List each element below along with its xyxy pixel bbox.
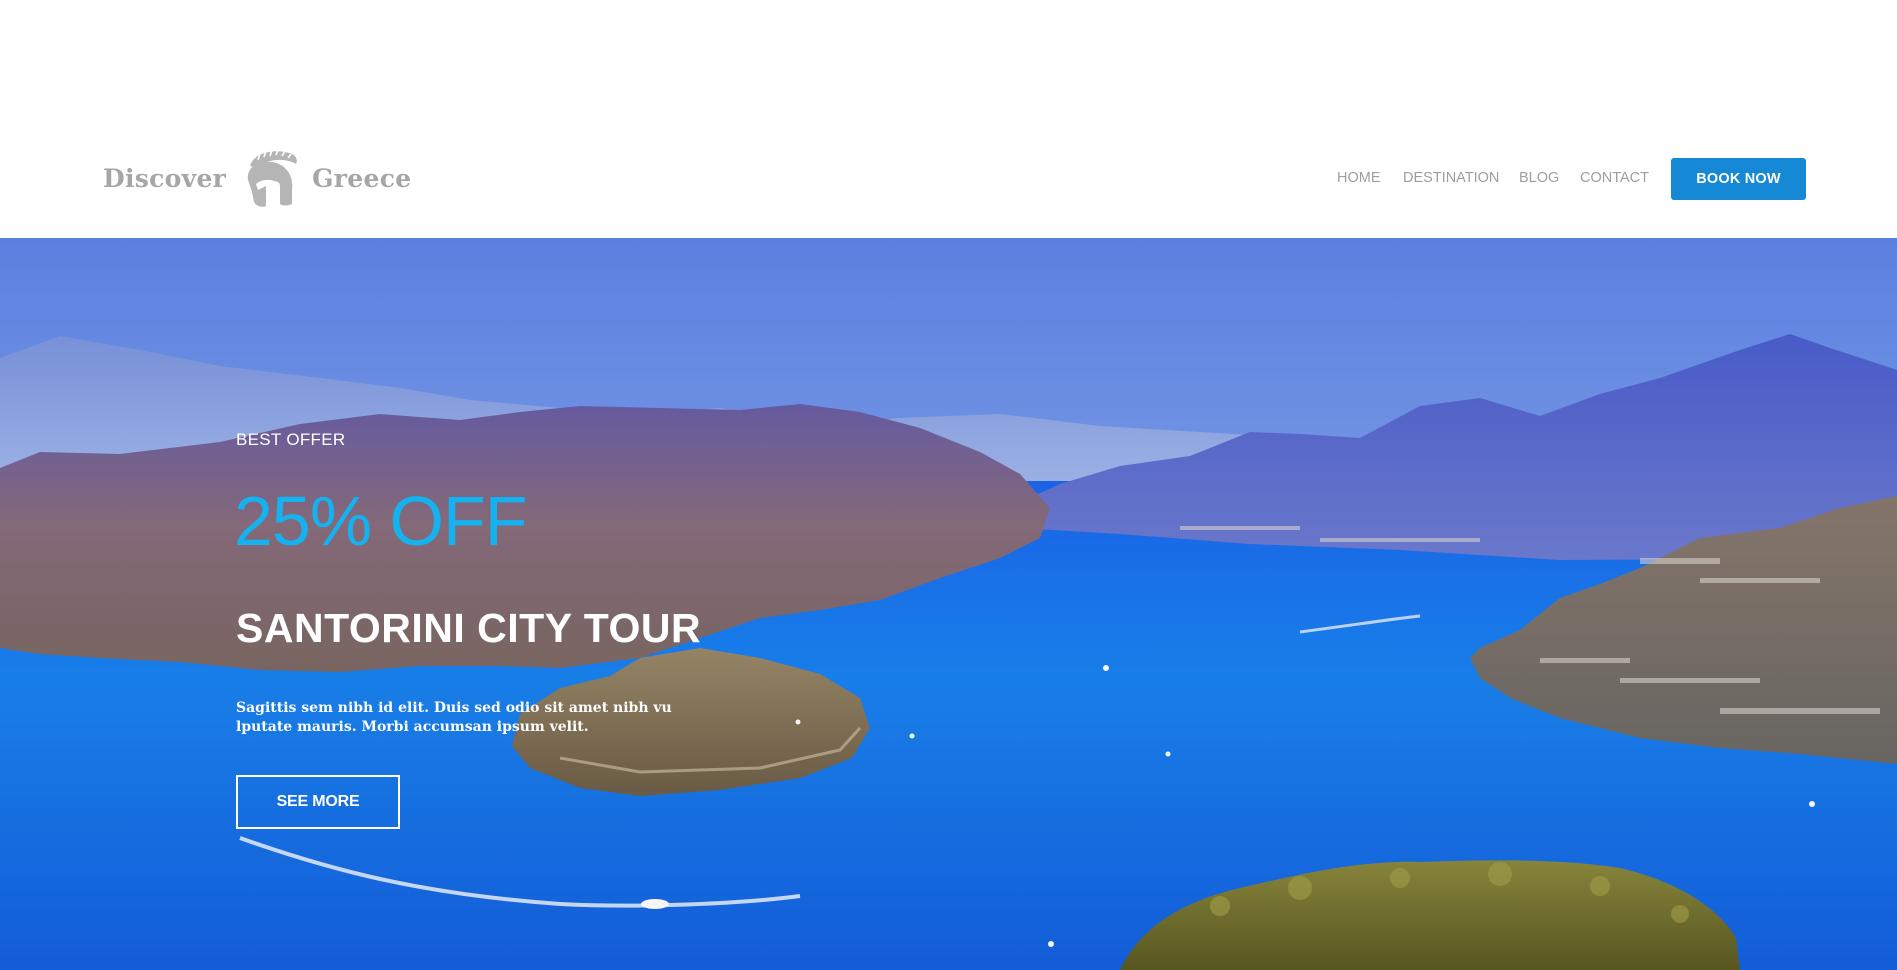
nav-item-contact[interactable]: CONTACT (1580, 170, 1649, 186)
main-nav: HOME DESTINATION BLOG CONTACT (0, 158, 1897, 202)
hero-discount: 25% OFF (234, 482, 528, 560)
site-header: Discover Greece HOME DESTINATION BLOG CO… (0, 0, 1897, 238)
hero-title: SANTORINI CITY TOUR (236, 605, 702, 651)
nav-item-home[interactable]: HOME (1337, 170, 1381, 186)
nav-item-blog[interactable]: BLOG (1519, 170, 1559, 186)
hero-banner: BEST OFFER 25% OFF SANTORINI CITY TOUR S… (0, 238, 1897, 970)
book-now-button[interactable]: BOOK NOW (1671, 158, 1806, 200)
hero-eyebrow: BEST OFFER (236, 430, 346, 449)
see-more-button[interactable]: SEE MORE (236, 775, 400, 829)
hero-description: Sagittis sem nibh id elit. Duis sed odio… (236, 700, 672, 735)
hero-background-image (0, 238, 1897, 970)
nav-item-destination[interactable]: DESTINATION (1403, 170, 1499, 186)
